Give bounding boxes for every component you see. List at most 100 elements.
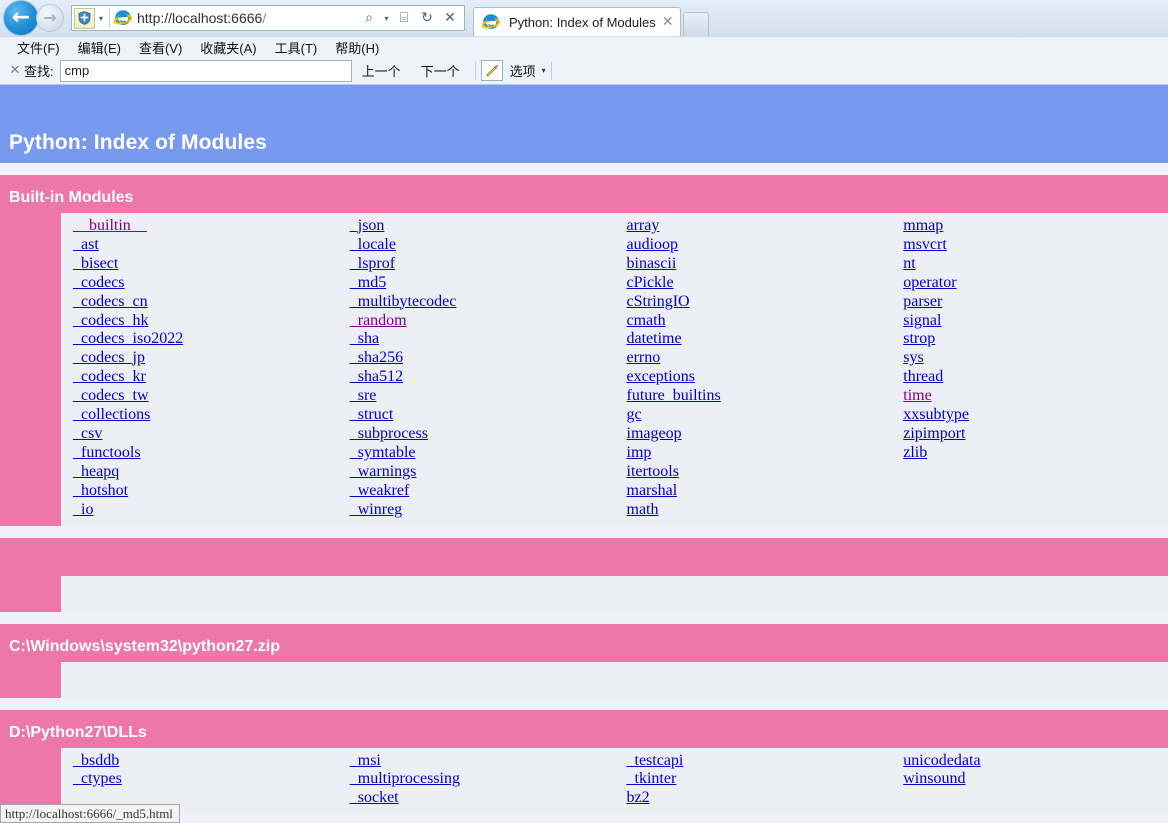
module-link[interactable]: imp: [615, 444, 892, 463]
address-bar[interactable]: ▾ http://localhost:6666/ ⌕ ▾ ⌸ ↻ ✕: [71, 5, 465, 31]
module-link[interactable]: imageop: [615, 425, 892, 444]
module-link[interactable]: zlib: [891, 444, 1168, 463]
find-input[interactable]: [59, 59, 352, 82]
module-link[interactable]: _socket: [338, 789, 615, 808]
module-link[interactable]: exceptions: [615, 368, 892, 387]
module-link[interactable]: errno: [615, 349, 892, 368]
module-link[interactable]: parser: [891, 293, 1168, 312]
module-link[interactable]: _warnings: [338, 463, 615, 482]
module-link[interactable]: _sha512: [338, 368, 615, 387]
module-link[interactable]: _codecs_kr: [61, 368, 338, 387]
refresh-icon[interactable]: ↻: [416, 7, 438, 29]
module-link[interactable]: operator: [891, 274, 1168, 293]
module-link[interactable]: thread: [891, 368, 1168, 387]
url-text[interactable]: http://localhost:6666/: [136, 10, 358, 26]
stop-icon[interactable]: ✕: [439, 7, 461, 29]
module-link[interactable]: _functools: [61, 444, 338, 463]
module-link[interactable]: binascii: [615, 255, 892, 274]
module-link[interactable]: _sha256: [338, 349, 615, 368]
module-link[interactable]: gc: [615, 406, 892, 425]
module-link[interactable]: _lsprof: [338, 255, 615, 274]
menu-item-favorites[interactable]: 收藏夹(A): [191, 38, 265, 57]
module-link[interactable]: mmap: [891, 217, 1168, 236]
tracking-protection-shield-icon[interactable]: [74, 7, 95, 29]
highlight-all-icon[interactable]: [480, 60, 503, 81]
module-link[interactable]: xxsubtype: [891, 406, 1168, 425]
forward-button[interactable]: →: [36, 4, 64, 32]
module-link[interactable]: _locale: [338, 236, 615, 255]
module-link[interactable]: _ctypes: [61, 770, 338, 789]
module-link[interactable]: _md5: [338, 274, 615, 293]
find-close-icon[interactable]: ✕: [6, 63, 24, 78]
module-link[interactable]: _subprocess: [338, 425, 615, 444]
search-dropdown-caret-icon[interactable]: ▾: [381, 7, 392, 29]
module-link[interactable]: array: [615, 217, 892, 236]
find-next-button[interactable]: 下一个: [411, 61, 470, 80]
find-options-button[interactable]: 选项: [503, 61, 542, 80]
module-link[interactable]: _symtable: [338, 444, 615, 463]
module-link[interactable]: _codecs_tw: [61, 387, 338, 406]
module-link[interactable]: future_builtins: [615, 387, 892, 406]
menu-item-help[interactable]: 帮助(H): [326, 38, 388, 57]
module-columns: [61, 661, 1168, 698]
module-link[interactable]: zipimport: [891, 425, 1168, 444]
search-icon[interactable]: ⌕: [358, 7, 380, 29]
module-link[interactable]: _csv: [61, 425, 338, 444]
new-tab-button[interactable]: [682, 12, 709, 36]
module-link[interactable]: _winreg: [338, 501, 615, 520]
module-link[interactable]: _ast: [61, 236, 338, 255]
module-link[interactable]: _codecs_iso2022: [61, 330, 338, 349]
module-link[interactable]: bz2: [615, 789, 892, 808]
module-link[interactable]: marshal: [615, 482, 892, 501]
module-link[interactable]: _codecs_cn: [61, 293, 338, 312]
module-link[interactable]: time: [891, 387, 1168, 406]
menu-item-edit[interactable]: 编辑(E): [69, 38, 130, 57]
module-link[interactable]: _sha: [338, 330, 615, 349]
shield-dropdown-caret-icon[interactable]: ▾: [95, 14, 107, 23]
module-link[interactable]: signal: [891, 312, 1168, 331]
module-link[interactable]: msvcrt: [891, 236, 1168, 255]
module-link[interactable]: _tkinter: [615, 770, 892, 789]
find-previous-button[interactable]: 上一个: [352, 61, 411, 80]
module-link[interactable]: math: [615, 501, 892, 520]
menu-item-file[interactable]: 文件(F): [8, 38, 69, 57]
menu-item-tools[interactable]: 工具(T): [266, 38, 327, 57]
module-link[interactable]: audioop: [615, 236, 892, 255]
module-link[interactable]: strop: [891, 330, 1168, 349]
tab-close-icon[interactable]: ✕: [661, 14, 675, 30]
back-button[interactable]: ←: [3, 0, 39, 36]
module-link[interactable]: _bisect: [61, 255, 338, 274]
module-link[interactable]: _multiprocessing: [338, 770, 615, 789]
module-link[interactable]: _hotshot: [61, 482, 338, 501]
module-link[interactable]: _collections: [61, 406, 338, 425]
module-link[interactable]: _msi: [338, 752, 615, 771]
module-link[interactable]: _struct: [338, 406, 615, 425]
module-link[interactable]: _sre: [338, 387, 615, 406]
module-link[interactable]: cStringIO: [615, 293, 892, 312]
module-link[interactable]: _weakref: [338, 482, 615, 501]
find-options-caret-icon[interactable]: ▾: [542, 66, 546, 75]
module-link[interactable]: _json: [338, 217, 615, 236]
module-link[interactable]: cPickle: [615, 274, 892, 293]
module-link[interactable]: _testcapi: [615, 752, 892, 771]
module-link[interactable]: _random: [338, 312, 615, 331]
module-link[interactable]: cmath: [615, 312, 892, 331]
compatibility-view-icon[interactable]: ⌸: [393, 7, 415, 29]
module-link[interactable]: sys: [891, 349, 1168, 368]
module-link[interactable]: _codecs: [61, 274, 338, 293]
menu-item-view[interactable]: 查看(V): [130, 38, 191, 57]
module-link[interactable]: itertools: [615, 463, 892, 482]
module-link[interactable]: _codecs_jp: [61, 349, 338, 368]
module-link[interactable]: winsound: [891, 770, 1168, 789]
tab-python-index-of-modules[interactable]: Python: Index of Modules ✕: [473, 7, 681, 36]
module-link[interactable]: nt: [891, 255, 1168, 274]
module-link[interactable]: __builtin__: [61, 217, 338, 236]
module-link[interactable]: _io: [61, 501, 338, 520]
module-link[interactable]: _heapq: [61, 463, 338, 482]
module-link[interactable]: _codecs_hk: [61, 312, 338, 331]
module-link[interactable]: datetime: [615, 330, 892, 349]
module-section: D:\Python27\DLLs _bsddb _ctypes _msi _multip…: [0, 709, 1168, 815]
module-link[interactable]: _multibytecodec: [338, 293, 615, 312]
module-link[interactable]: unicodedata: [891, 752, 1168, 771]
module-link[interactable]: _bsddb: [61, 752, 338, 771]
